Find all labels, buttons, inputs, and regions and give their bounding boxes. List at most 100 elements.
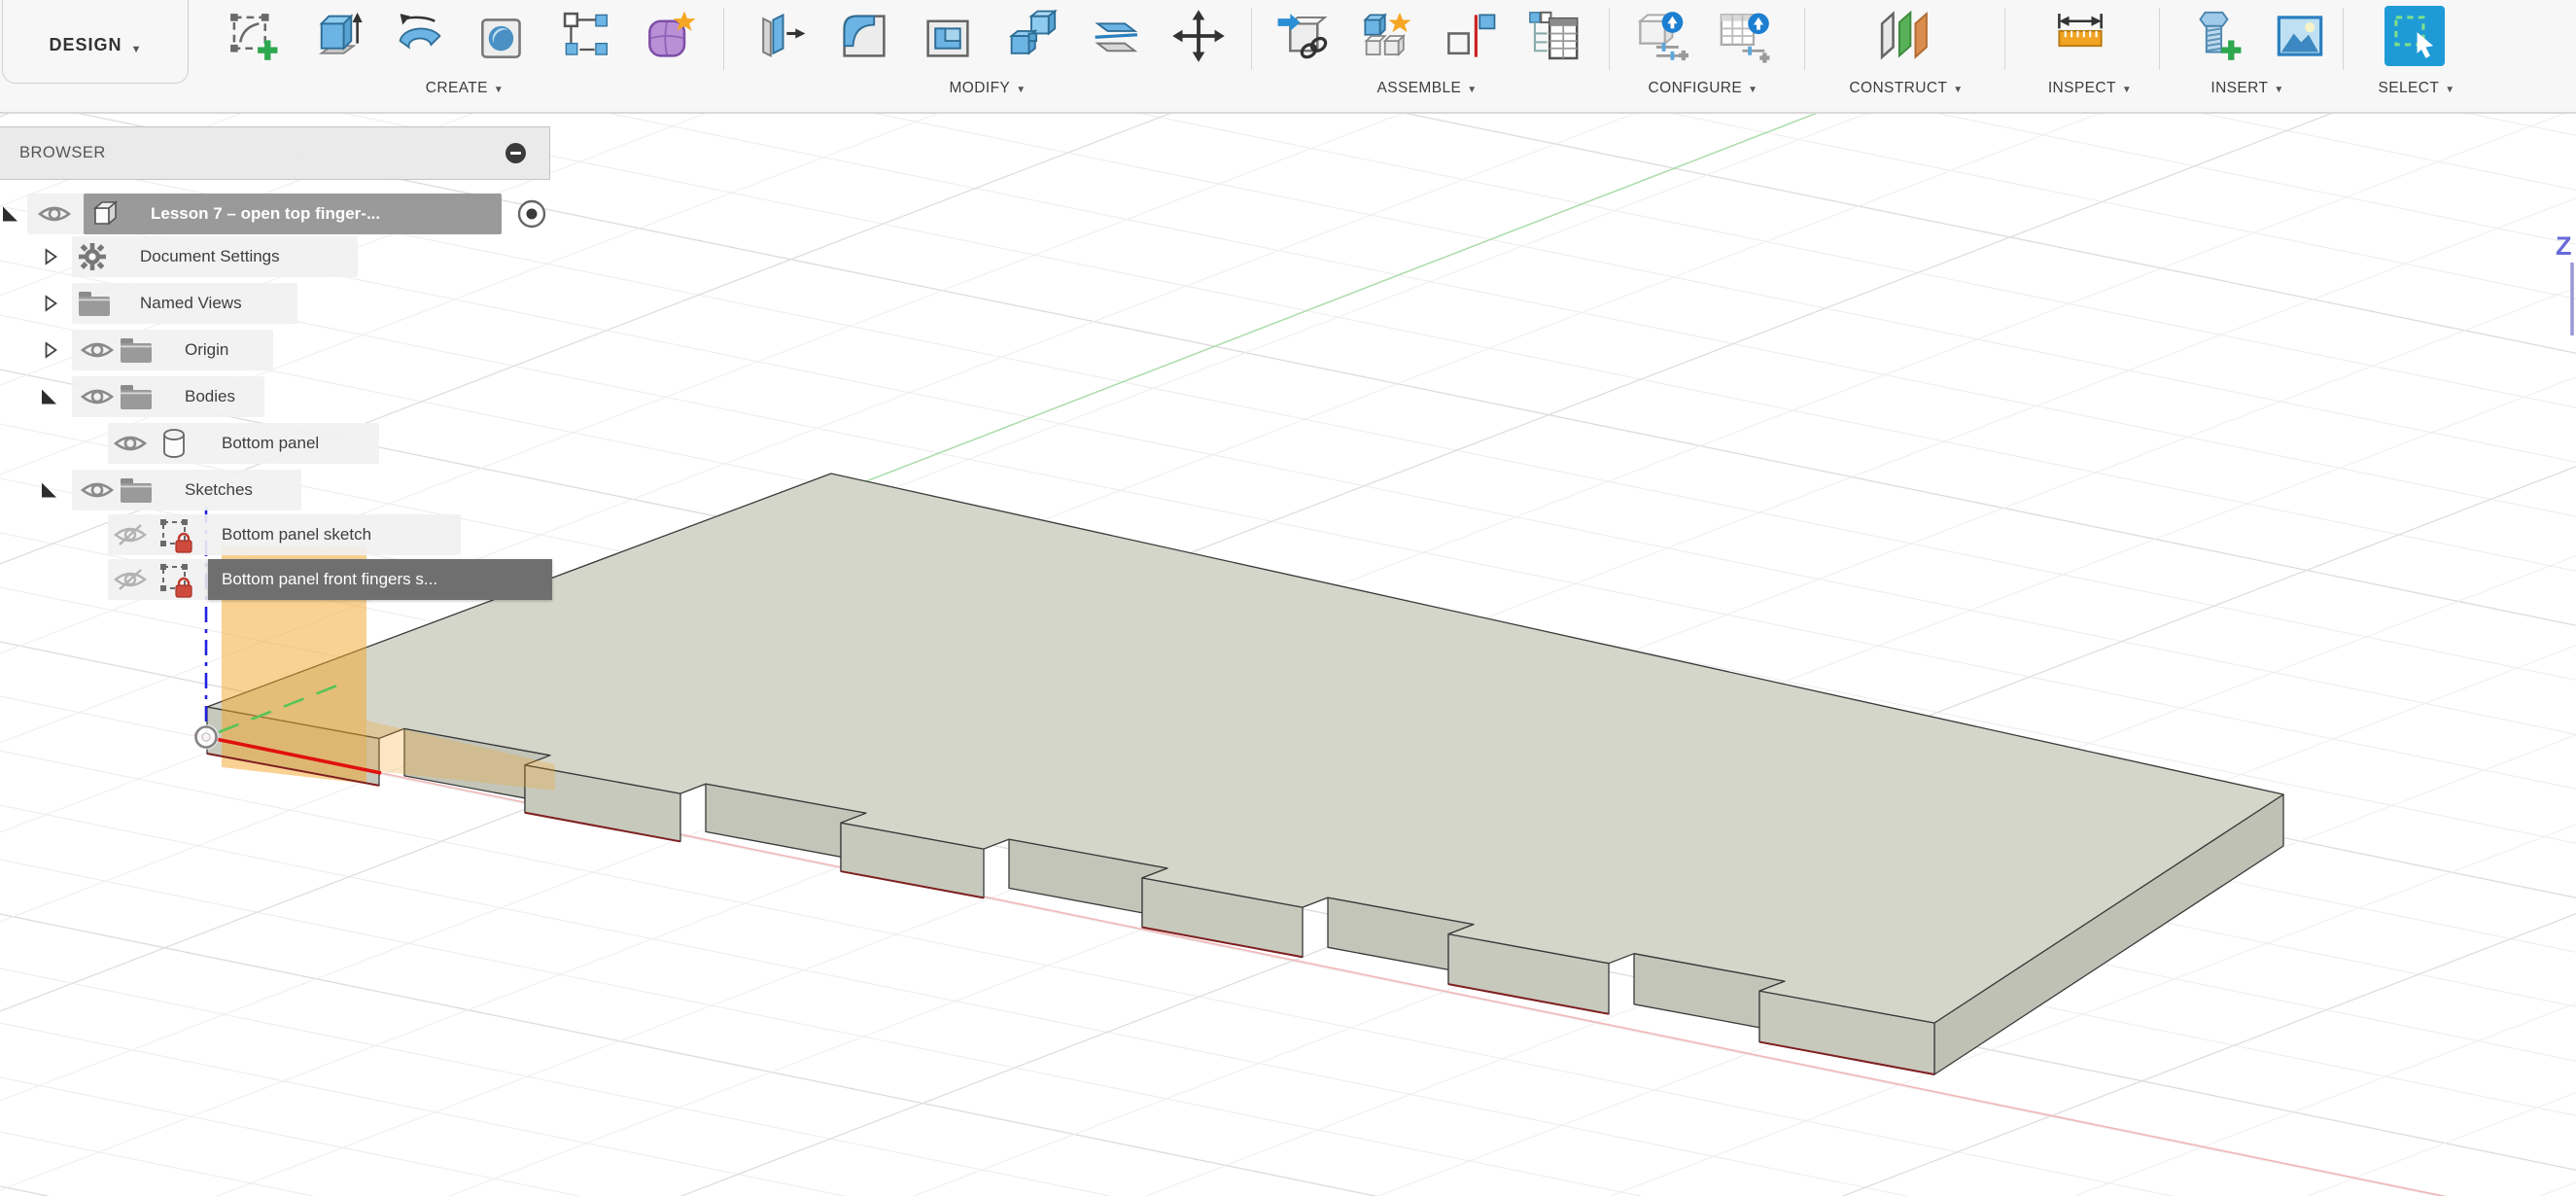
menu-insert[interactable]: INSERT▼: [2210, 80, 2283, 97]
browser-item-bodies[interactable]: Bodies: [0, 376, 583, 417]
chevron-down-icon: ▼: [2445, 85, 2454, 95]
item-label: Origin: [185, 330, 228, 370]
item-label: Named Views: [140, 283, 242, 324]
visibility-eye-icon[interactable]: [80, 338, 115, 362]
menu-inspect[interactable]: INSPECT▼: [2048, 80, 2132, 97]
collapse-arrow-icon[interactable]: [2, 206, 18, 223]
sketch-icon: [158, 516, 197, 553]
move-copy-icon[interactable]: [1168, 6, 1229, 66]
toolbar-group-create: [223, 6, 701, 66]
fillet-icon[interactable]: [834, 6, 894, 66]
menu-create[interactable]: CREATE▼: [426, 80, 504, 97]
browser-item-bottom-panel-front-fingers-s[interactable]: Bottom panel front fingers s...: [0, 559, 583, 600]
origin-handle[interactable]: [193, 724, 219, 750]
expand-arrow-icon[interactable]: [45, 342, 57, 359]
chevron-down-icon: ▼: [1467, 85, 1477, 95]
toolbar-separator: [1251, 8, 1252, 70]
toolbar-separator: [1804, 8, 1805, 70]
viewcube-z-label: Z: [2556, 231, 2572, 261]
toolbar-separator: [2343, 8, 2344, 70]
toolbar-group-inspect: [2050, 6, 2110, 66]
collapse-arrow-icon[interactable]: [41, 389, 57, 405]
chevron-down-icon: ▼: [1748, 85, 1758, 95]
browser-title: BROWSER: [19, 144, 505, 162]
hole-icon[interactable]: [473, 6, 534, 66]
revolve-icon[interactable]: [390, 6, 450, 66]
shell-icon[interactable]: [918, 6, 978, 66]
browser-item-document-settings[interactable]: Document Settings: [0, 236, 583, 277]
browser-item-named-views[interactable]: Named Views: [0, 283, 583, 324]
toolbar-separator: [2159, 8, 2160, 70]
workspace-switcher[interactable]: DESIGN ▼: [2, 0, 189, 84]
item-label: Bodies: [185, 376, 235, 417]
expand-arrow-icon[interactable]: [45, 296, 57, 312]
item-label: Sketches: [185, 470, 253, 510]
visibility-eye-off-icon[interactable]: [113, 568, 148, 591]
menu-configure[interactable]: CONFIGURE▼: [1649, 80, 1758, 97]
chevron-down-icon: ▼: [1953, 85, 1963, 95]
item-label: Bottom panel sketch: [222, 514, 371, 555]
expand-arrow-icon[interactable]: [45, 249, 57, 265]
select-icon[interactable]: [2385, 6, 2445, 66]
visibility-eye-icon[interactable]: [37, 202, 72, 226]
chevron-down-icon: ▼: [2122, 85, 2132, 95]
chevron-down-icon: ▼: [2274, 85, 2283, 95]
collapse-arrow-icon[interactable]: [41, 482, 57, 499]
browser-item-sketches[interactable]: Sketches: [0, 470, 583, 510]
configure-icon[interactable]: [1631, 6, 1691, 66]
canvas-icon[interactable]: [2270, 6, 2330, 66]
rectangular-pattern-icon[interactable]: [557, 6, 617, 66]
toolbar-separator: [1609, 8, 1610, 70]
body-icon: [160, 428, 188, 459]
browser-item-bottom-panel-sketch[interactable]: Bottom panel sketch: [0, 514, 583, 555]
visibility-eye-icon[interactable]: [80, 385, 115, 408]
collapse-browser-icon[interactable]: [505, 143, 526, 163]
menu-modify[interactable]: MODIFY▼: [950, 80, 1027, 97]
folder-icon: [119, 382, 154, 411]
fusion360-design-workspace: { "toolbar": { "workspace_label": "DESIG…: [0, 0, 2576, 1196]
activate-component-radio[interactable]: [517, 199, 546, 229]
item-label: Document Settings: [140, 236, 280, 277]
toolbar-group-select: [2385, 6, 2445, 66]
main-toolbar: DESIGN▼CREATE▼MODIFY▼ASSEMBLE▼CONFIGURE▼…: [0, 0, 2576, 114]
menu-construct[interactable]: CONSTRUCT▼: [1849, 80, 1963, 97]
bom-icon[interactable]: [1523, 6, 1584, 66]
browser-header: BROWSER: [0, 126, 550, 180]
visibility-eye-icon[interactable]: [113, 432, 148, 455]
toolbar-group-modify: [750, 6, 1229, 66]
toolbar-group-insert: [2186, 6, 2330, 66]
chevron-down-icon: ▼: [494, 85, 504, 95]
browser-item-origin[interactable]: Origin: [0, 330, 583, 370]
workspace-label: DESIGN: [50, 35, 122, 55]
visibility-eye-icon[interactable]: [80, 478, 115, 502]
browser-item-lesson-7-open-top-finger[interactable]: Lesson 7 – open top finger-...: [0, 193, 583, 234]
menu-select[interactable]: SELECT▼: [2378, 80, 2454, 97]
insert-derive-icon[interactable]: [1272, 6, 1333, 66]
toolbar-group-configure: [1631, 6, 1775, 66]
new-component-icon[interactable]: [1356, 6, 1416, 66]
folder-icon: [119, 475, 154, 505]
viewcube[interactable]: Z: [2556, 231, 2572, 335]
toolbar-separator: [2004, 8, 2005, 70]
joint-icon[interactable]: [1440, 6, 1500, 66]
item-label: Lesson 7 – open top finger-...: [151, 193, 380, 234]
press-pull-icon[interactable]: [750, 6, 811, 66]
offset-plane-icon[interactable]: [1874, 6, 1934, 66]
menu-assemble[interactable]: ASSEMBLE▼: [1376, 80, 1477, 97]
toolbar-group-assemble: [1272, 6, 1584, 66]
extrude-icon[interactable]: [306, 6, 366, 66]
browser-item-bottom-panel[interactable]: Bottom panel: [0, 423, 583, 464]
configuration-table-icon[interactable]: [1715, 6, 1775, 66]
measure-icon[interactable]: [2050, 6, 2110, 66]
insert-fastener-icon[interactable]: [2186, 6, 2246, 66]
visibility-eye-off-icon[interactable]: [113, 523, 148, 546]
create-sketch-icon[interactable]: [223, 6, 283, 66]
sketch-icon: [158, 561, 197, 598]
combine-icon[interactable]: [1001, 6, 1062, 66]
item-label: Bottom panel: [222, 423, 319, 464]
settings-icon: [78, 242, 107, 271]
split-body-icon[interactable]: [1085, 6, 1145, 66]
create-form-icon[interactable]: [641, 6, 701, 66]
folder-icon: [119, 335, 154, 365]
chevron-down-icon: ▼: [131, 44, 142, 55]
